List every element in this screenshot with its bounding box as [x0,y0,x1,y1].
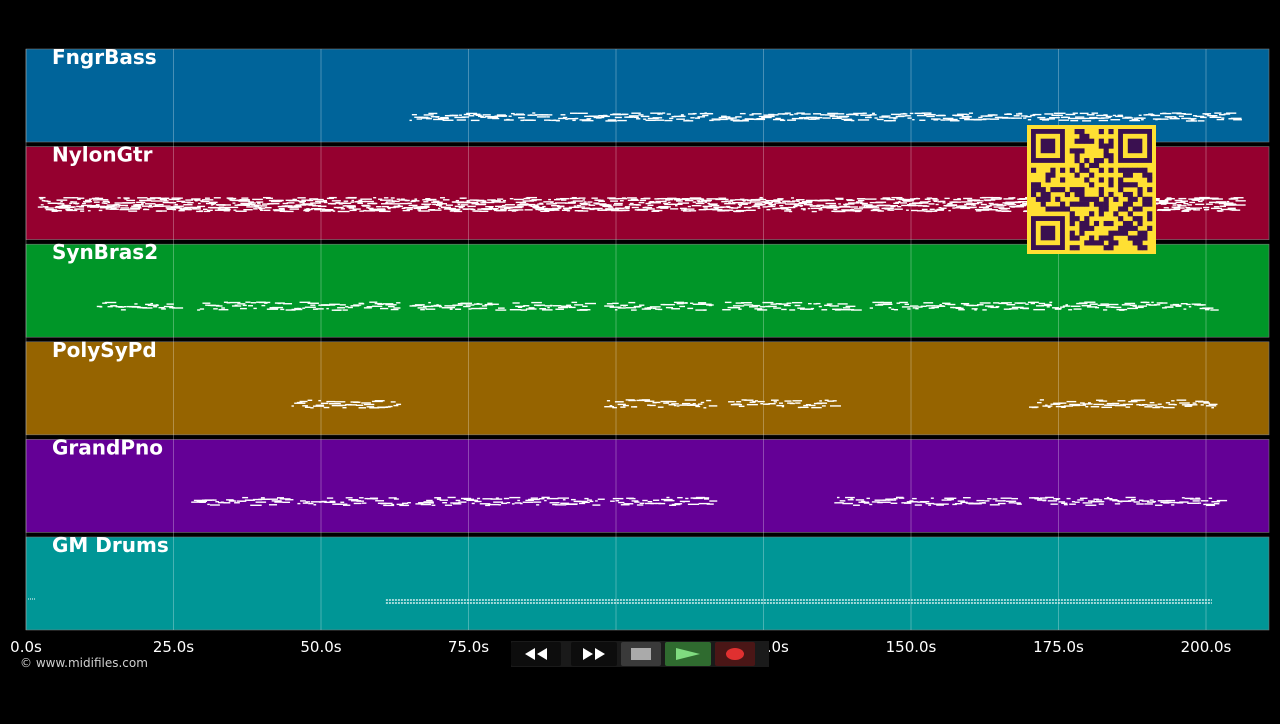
record-icon [726,648,744,660]
piano-roll-canvas: FngrBass NylonGtr SynBras2 PolySyPd GrandPno… [10,45,1270,656]
rewind-button[interactable] [511,642,561,666]
time-tick-label: 25.0s [153,638,194,656]
piano-roll-view: FngrBass NylonGtr SynBras2 PolySyPd GrandPno… [0,0,1280,720]
stop-icon [631,648,651,660]
time-tick-label: 200.0s [1181,638,1232,656]
track-lane [25,536,1270,631]
track-name-label: PolySyPd [52,338,157,362]
time-tick-label: 150.0s [886,638,937,656]
track-name-label: NylonGtr [52,143,153,167]
time-tick-label: 50.0s [300,638,341,656]
time-tick-label: 0.0s [10,638,42,656]
track-name-label: GrandPno [52,435,163,459]
play-button[interactable] [665,642,711,666]
stop-button[interactable] [621,642,661,666]
copyright-text: © www.midifiles.com [20,656,148,670]
track-lane [25,439,1270,533]
track-name-label: SynBras2 [52,240,158,264]
track-name-label: GM Drums [52,533,169,557]
fast-forward-button[interactable] [571,642,617,666]
record-button[interactable] [715,642,755,666]
time-tick-label: 175.0s [1033,638,1084,656]
rewind-icon [525,648,547,660]
track-name-label: FngrBass [52,45,157,69]
transport-controls [511,641,769,667]
time-tick-label: 75.0s [448,638,489,656]
play-icon [676,648,700,660]
fast-forward-icon [583,648,605,660]
qr-code-icon [1027,125,1156,254]
track-lane [25,341,1270,436]
track-lane [25,243,1270,338]
